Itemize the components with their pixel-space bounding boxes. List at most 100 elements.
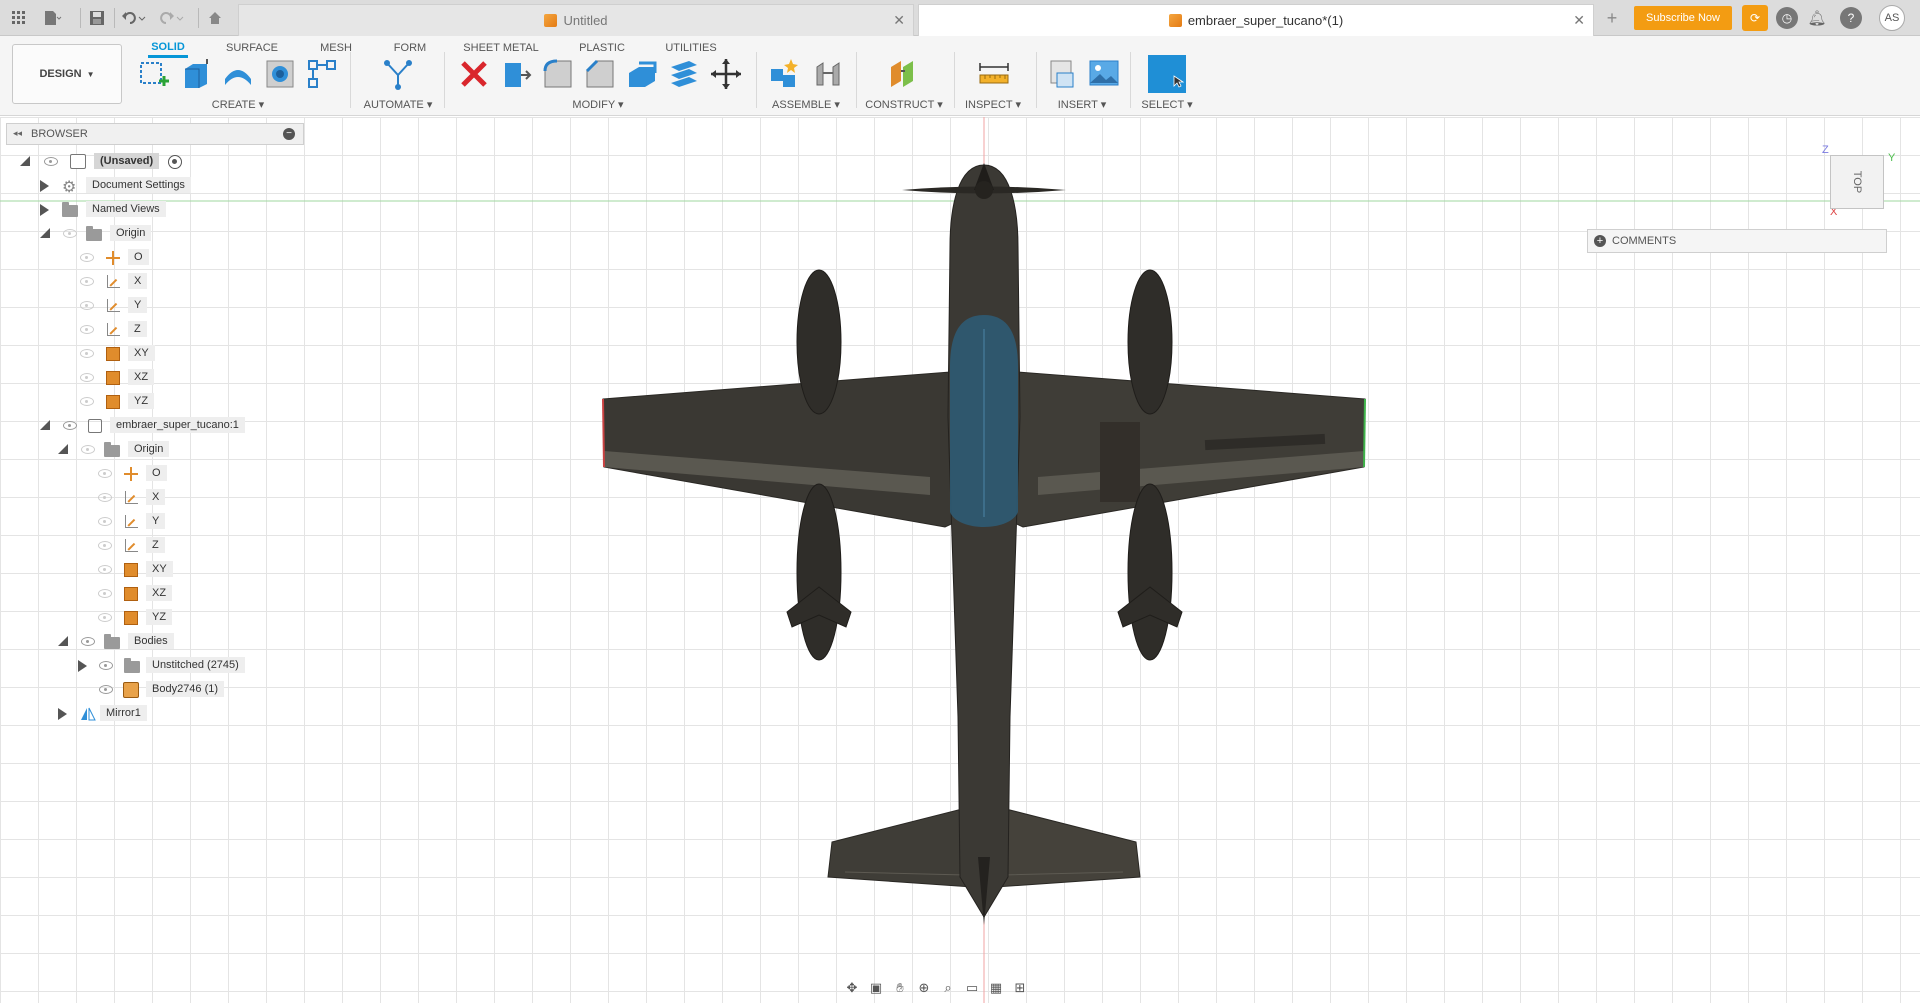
browser-root[interactable]: (Unsaved): [0, 152, 260, 172]
tab-plastic[interactable]: PLASTIC: [574, 38, 630, 58]
pan-hand-icon[interactable]: ✋︎: [890, 979, 910, 997]
insert-derive-icon[interactable]: [1044, 56, 1080, 92]
undo-icon[interactable]: [118, 6, 150, 30]
browser-item-document-settings[interactable]: ⚙ Document Settings: [0, 176, 260, 196]
browser-item-body[interactable]: Body2746 (1): [0, 680, 260, 700]
help-icon[interactable]: ?: [1840, 7, 1862, 29]
browser-item-origin-point[interactable]: O: [0, 464, 220, 484]
hidden-eye-icon[interactable]: [80, 301, 94, 310]
hidden-eye-icon[interactable]: [98, 469, 112, 478]
expanded-triangle-icon[interactable]: [58, 636, 68, 646]
hidden-eye-icon[interactable]: [63, 229, 77, 238]
browser-item-bodies[interactable]: Bodies: [0, 632, 260, 652]
browser-item-origin-point[interactable]: O: [0, 248, 200, 268]
group-construct[interactable]: CONSTRUCT ▾: [865, 98, 942, 111]
automate-icon[interactable]: [380, 56, 416, 92]
hidden-eye-icon[interactable]: [80, 253, 94, 262]
tab-solid[interactable]: SOLID: [148, 38, 188, 58]
browser-item-mirror[interactable]: Mirror1: [0, 704, 260, 724]
browser-item-z-axis[interactable]: Z: [0, 536, 220, 556]
home-icon[interactable]: [204, 6, 226, 30]
notification-bell-icon[interactable]: 🔔︎: [1806, 7, 1828, 29]
viewcube[interactable]: TOP: [1830, 155, 1884, 209]
close-icon[interactable]: ✕: [893, 12, 905, 29]
hidden-eye-icon[interactable]: [98, 589, 112, 598]
comments-panel[interactable]: + COMMENTS: [1587, 229, 1887, 253]
new-component-icon[interactable]: [766, 56, 802, 92]
group-insert[interactable]: INSERT ▾: [1058, 98, 1107, 111]
zoom-icon[interactable]: ⊕: [914, 979, 934, 997]
browser-item-unstitched[interactable]: Unstitched (2745): [0, 656, 260, 676]
hole-icon[interactable]: [262, 56, 298, 92]
file-menu-icon[interactable]: [40, 6, 66, 30]
browser-item-x-axis[interactable]: X: [0, 272, 200, 292]
hidden-eye-icon[interactable]: [98, 565, 112, 574]
hidden-eye-icon[interactable]: [98, 613, 112, 622]
delete-icon[interactable]: [456, 56, 492, 92]
collapsed-triangle-icon[interactable]: [40, 180, 49, 192]
expanded-triangle-icon[interactable]: [20, 156, 30, 166]
create-sketch-icon[interactable]: [136, 56, 172, 92]
expanded-triangle-icon[interactable]: [58, 444, 68, 454]
tab-embraer-super-tucano[interactable]: embraer_super_tucano*(1) ✕: [918, 4, 1594, 36]
browser-panel-header[interactable]: ◂◂ BROWSER −: [6, 123, 304, 145]
save-icon[interactable]: [86, 6, 108, 30]
hidden-eye-icon[interactable]: [98, 493, 112, 502]
measure-icon[interactable]: [976, 56, 1012, 92]
group-select[interactable]: SELECT ▾: [1141, 98, 1192, 111]
add-comment-icon[interactable]: +: [1594, 235, 1606, 247]
redo-icon[interactable]: [156, 6, 188, 30]
collapsed-triangle-icon[interactable]: [40, 204, 49, 216]
revolve-icon[interactable]: [220, 56, 256, 92]
chamfer-icon[interactable]: [582, 56, 618, 92]
subscribe-button[interactable]: Subscribe Now: [1634, 6, 1732, 30]
viewports-icon[interactable]: ⊞: [1010, 979, 1030, 997]
browser-item-y-axis[interactable]: Y: [0, 296, 200, 316]
browser-item-xz-plane[interactable]: XZ: [0, 584, 220, 604]
clock-icon[interactable]: ◷: [1776, 7, 1798, 29]
browser-item-component-origin[interactable]: Origin: [0, 440, 260, 460]
browser-item-xz-plane[interactable]: XZ: [0, 368, 200, 388]
hidden-eye-icon[interactable]: [80, 397, 94, 406]
extrude-icon[interactable]: [178, 56, 214, 92]
workspace-switcher[interactable]: DESIGN ▼: [12, 44, 122, 104]
combine-icon[interactable]: [666, 56, 702, 92]
avatar[interactable]: AS: [1879, 5, 1905, 31]
new-tab-plus-icon[interactable]: +: [1600, 6, 1624, 30]
hidden-eye-icon[interactable]: [98, 517, 112, 526]
tab-sheet-metal[interactable]: SHEET METAL: [462, 38, 540, 58]
group-assemble[interactable]: ASSEMBLE ▾: [772, 98, 840, 111]
visibility-eye-icon[interactable]: [44, 157, 58, 166]
hidden-eye-icon[interactable]: [81, 445, 95, 454]
browser-item-yz-plane[interactable]: YZ: [0, 392, 200, 412]
browser-item-component[interactable]: embraer_super_tucano:1: [0, 416, 260, 436]
hidden-eye-icon[interactable]: [80, 277, 94, 286]
press-pull-icon[interactable]: [498, 56, 534, 92]
visibility-eye-icon[interactable]: [63, 421, 77, 430]
hidden-eye-icon[interactable]: [80, 373, 94, 382]
hidden-eye-icon[interactable]: [98, 541, 112, 550]
visibility-eye-icon[interactable]: [81, 637, 95, 646]
offset-plane-icon[interactable]: [886, 56, 922, 92]
grid-settings-icon[interactable]: ▦: [986, 979, 1006, 997]
look-at-icon[interactable]: ▣: [866, 979, 886, 997]
minimize-icon[interactable]: −: [283, 128, 295, 140]
activate-radio-icon[interactable]: [168, 155, 182, 169]
collapsed-triangle-icon[interactable]: [58, 708, 67, 720]
browser-item-yz-plane[interactable]: YZ: [0, 608, 220, 628]
tab-utilities[interactable]: UTILITIES: [664, 38, 718, 58]
browser-item-xy-plane[interactable]: XY: [0, 560, 220, 580]
browser-item-y-axis[interactable]: Y: [0, 512, 220, 532]
browser-item-x-axis[interactable]: X: [0, 488, 220, 508]
group-automate[interactable]: AUTOMATE ▾: [364, 98, 433, 111]
select-icon[interactable]: [1148, 55, 1186, 93]
group-create[interactable]: CREATE ▾: [212, 98, 264, 111]
browser-item-origin[interactable]: Origin: [0, 224, 260, 244]
close-icon[interactable]: ✕: [1573, 12, 1585, 29]
tab-untitled[interactable]: Untitled ✕: [238, 4, 914, 36]
expanded-triangle-icon[interactable]: [40, 228, 50, 238]
job-status-icon[interactable]: ⟳: [1742, 5, 1768, 31]
tab-form[interactable]: FORM: [392, 38, 428, 58]
fillet-icon[interactable]: [540, 56, 576, 92]
pattern-icon[interactable]: [304, 56, 340, 92]
